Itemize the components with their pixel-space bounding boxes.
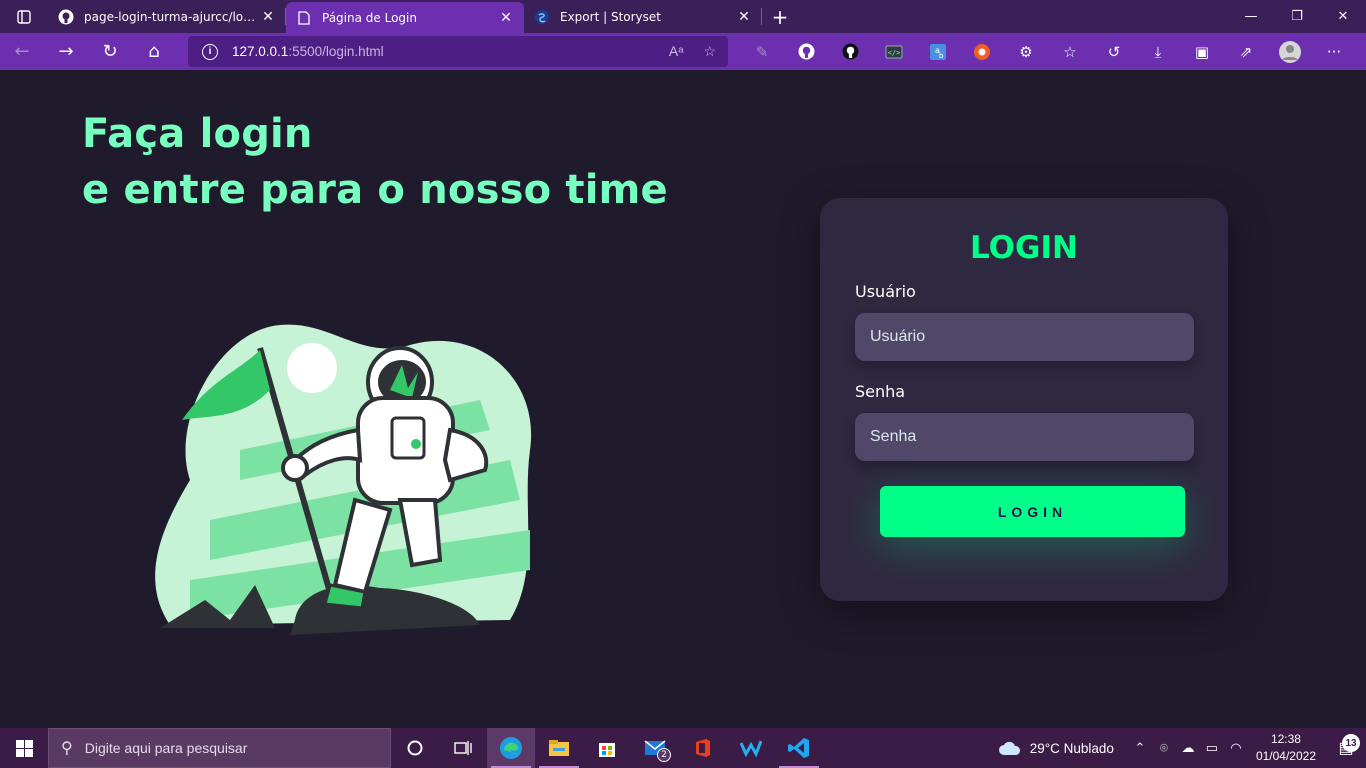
tab-title: Export | Storyset — [560, 9, 661, 24]
orange-extension-icon[interactable] — [960, 33, 1004, 70]
svg-text:</>: </> — [888, 49, 901, 57]
windows-start-icon[interactable] — [0, 728, 48, 768]
refresh-icon[interactable]: ↻ — [88, 33, 132, 70]
browser-toolbar: ← → ↻ ⌂ i 127.0.0.1:5500/login.html Aᵃ ☆… — [0, 33, 1366, 70]
close-tab-icon[interactable]: ✕ — [498, 10, 514, 26]
search-icon: ⚲ — [61, 740, 73, 757]
restore-icon[interactable]: ❐ — [1274, 0, 1320, 33]
feather-icon[interactable]: ✎ — [740, 33, 784, 70]
close-tab-icon[interactable]: ✕ — [260, 9, 276, 25]
window-controls: — ❐ ✕ — [1228, 0, 1366, 33]
mail-icon[interactable]: 2 — [631, 728, 679, 768]
wifi-icon[interactable]: ◠ — [1224, 740, 1248, 756]
taskbar-search-box[interactable]: ⚲ Digite aqui para pesquisar — [48, 728, 391, 768]
battery-icon[interactable]: ▭ — [1200, 740, 1224, 756]
url-host: 127.0.0.1 — [232, 44, 289, 59]
notifications-badge: 13 — [1342, 734, 1360, 752]
cortana-icon[interactable] — [391, 728, 439, 768]
back-icon[interactable]: ← — [0, 33, 44, 70]
close-tab-icon[interactable]: ✕ — [736, 9, 752, 25]
downloads-icon[interactable]: ⤓ — [1136, 33, 1180, 70]
mail-badge: 2 — [657, 748, 671, 762]
puzzle-icon[interactable]: ⚙ — [1004, 33, 1048, 70]
history-icon[interactable]: ↺ — [1092, 33, 1136, 70]
login-title: LOGIN — [970, 230, 1078, 266]
svg-text:b: b — [939, 52, 944, 60]
read-aloud-icon[interactable]: Aᵃ — [669, 43, 684, 60]
new-tab-button[interactable]: + — [762, 0, 798, 33]
search-placeholder: Digite aqui para pesquisar — [84, 740, 248, 756]
weather-widget[interactable]: 29°C Nublado — [998, 740, 1114, 756]
minimize-icon[interactable]: — — [1228, 0, 1274, 33]
edge-app-icon[interactable] — [487, 728, 535, 768]
weather-text: 29°C Nublado — [1029, 740, 1114, 756]
vscode-icon[interactable] — [775, 728, 823, 768]
wakatime-icon[interactable] — [727, 728, 775, 768]
favorites-icon[interactable]: ☆ — [1048, 33, 1092, 70]
page-viewport: Faça login e entre para o nosso time LOG… — [0, 70, 1366, 728]
clock[interactable]: 12:38 01/04/2022 — [1256, 731, 1316, 765]
chevron-up-icon[interactable]: ⌃ — [1128, 740, 1152, 756]
password-input[interactable] — [855, 413, 1194, 461]
user-label: Usuário — [855, 282, 916, 301]
office-icon[interactable] — [679, 728, 727, 768]
close-window-icon[interactable]: ✕ — [1320, 0, 1366, 33]
login-button[interactable]: LOGIN — [880, 486, 1185, 537]
more-options-icon[interactable]: ··· — [1312, 33, 1356, 70]
github-icon — [58, 9, 74, 25]
headline-line-1: Faça login — [82, 111, 313, 157]
password-label: Senha — [855, 382, 906, 401]
site-info-icon[interactable]: i — [202, 43, 218, 60]
headline-line-2: e entre para o nosso time — [82, 167, 668, 213]
tab-title: page-login-turma-ajurcc/login.css — [84, 9, 260, 24]
notifications-icon[interactable]: ▤ 13 — [1326, 734, 1366, 758]
cloud-icon — [998, 741, 1020, 755]
github-extension-icon[interactable] — [784, 33, 828, 70]
home-icon[interactable]: ⌂ — [132, 33, 176, 70]
translate-icon[interactable]: ab — [916, 33, 960, 70]
file-explorer-icon[interactable] — [535, 728, 583, 768]
page-headline: Faça login e entre para o nosso time — [82, 106, 668, 218]
forward-icon[interactable]: → — [44, 33, 88, 70]
profile-avatar-icon[interactable] — [1268, 33, 1312, 70]
github-dark-extension-icon[interactable] — [828, 33, 872, 70]
tab-login-page[interactable]: Página de Login ✕ — [286, 2, 524, 33]
storyset-icon — [534, 9, 550, 25]
task-view-icon[interactable] — [439, 728, 487, 768]
code-viewer-icon[interactable]: </> — [872, 33, 916, 70]
tab-title: Página de Login — [322, 10, 417, 25]
clock-date: 01/04/2022 — [1255, 749, 1316, 763]
onedrive-icon[interactable]: ☁ — [1176, 740, 1200, 756]
collections-icon[interactable]: ▣ — [1180, 33, 1224, 70]
store-icon[interactable] — [583, 728, 631, 768]
system-tray: 29°C Nublado ⌃ ⌾ ☁ ▭ ◠ 12:38 01/04/2022 … — [998, 728, 1366, 768]
browser-tab-bar: page-login-turma-ajurcc/login.css ✕ Pági… — [0, 0, 1366, 33]
user-input[interactable] — [855, 313, 1194, 361]
url-path: :5500/login.html — [288, 44, 384, 59]
tab-actions-icon[interactable] — [0, 0, 48, 33]
tab-github[interactable]: page-login-turma-ajurcc/login.css ✕ — [48, 0, 286, 33]
camera-icon[interactable]: ⌾ — [1152, 740, 1176, 756]
windows-taskbar: ⚲ Digite aqui para pesquisar 2 29°C Nubl… — [0, 728, 1366, 768]
astronaut-illustration — [155, 324, 532, 635]
share-icon[interactable]: ⇗ — [1224, 33, 1268, 70]
page-icon — [296, 10, 312, 26]
tab-storyset[interactable]: Export | Storyset ✕ — [524, 0, 762, 33]
clock-time: 12:38 — [1270, 732, 1301, 746]
add-favorite-icon[interactable]: ☆ — [703, 43, 716, 60]
extensions-row: ✎ </> ab ⚙ ☆ ↺ ⤓ ▣ ⇗ ··· — [740, 33, 1356, 70]
address-bar[interactable]: i 127.0.0.1:5500/login.html Aᵃ ☆ — [188, 36, 728, 67]
login-card: LOGIN Usuário Senha LOGIN — [820, 198, 1228, 601]
